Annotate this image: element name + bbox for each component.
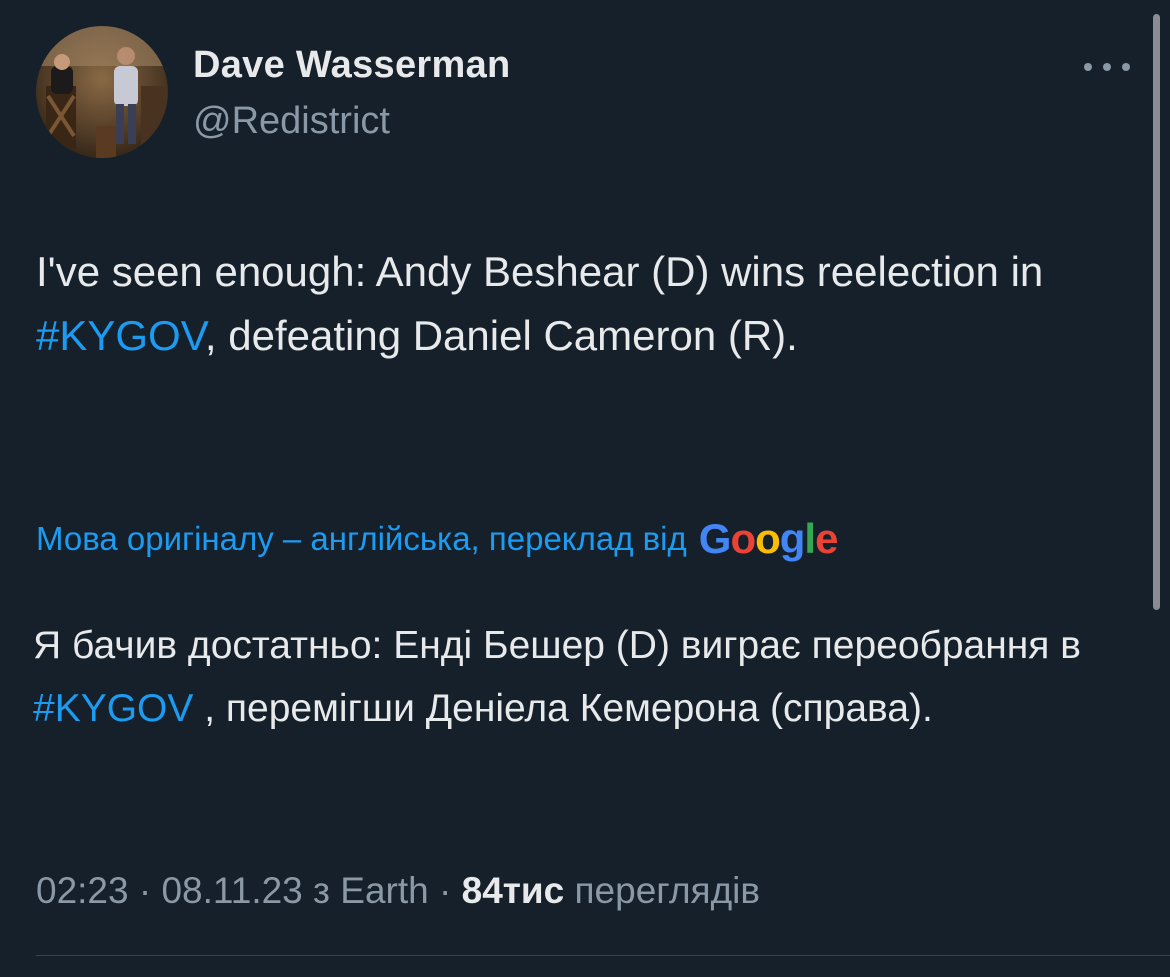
tweet-text: I've seen enough: Andy Beshear (D) wins …: [36, 240, 1116, 368]
hashtag-link[interactable]: #KYGOV: [33, 687, 193, 730]
meta-separator: ·: [128, 870, 162, 911]
avatar-image: [36, 26, 168, 158]
more-horizontal-icon: [1084, 63, 1092, 71]
divider: [36, 955, 1170, 956]
more-horizontal-icon: [1103, 63, 1111, 71]
more-horizontal-icon: [1122, 63, 1130, 71]
tweet-text-part: , defeating Daniel Cameron (R).: [204, 312, 798, 359]
author-display-name[interactable]: Dave Wasserman: [193, 44, 511, 87]
tweet-source: з Earth: [313, 870, 429, 911]
google-logo: Google: [698, 515, 839, 562]
translated-text-part: Я бачив достатньо: Енді Бешер (D) виграє…: [33, 624, 1081, 667]
views-count[interactable]: 84тис: [462, 870, 565, 911]
translation-notice-text[interactable]: Мова оригіналу – англійська, переклад ві…: [36, 520, 687, 558]
views-label: переглядів: [574, 870, 761, 911]
meta-separator: ·: [428, 870, 462, 911]
translated-text-part: , перемігши Деніела Кемерона (справа).: [193, 687, 933, 730]
tweet-time[interactable]: 02:23: [36, 870, 129, 911]
translation-notice[interactable]: Мова оригіналу – англійська, переклад ві…: [36, 515, 839, 562]
tweet-text-part: I've seen enough: Andy Beshear (D) wins …: [36, 248, 1044, 295]
translated-text: Я бачив достатньо: Енді Бешер (D) виграє…: [33, 614, 1113, 740]
tweet-date[interactable]: 08.11.23: [161, 870, 302, 911]
scrollbar[interactable]: [1153, 14, 1160, 610]
tweet-page: Dave Wasserman @Redistrict I've seen eno…: [0, 0, 1170, 977]
author-handle[interactable]: @Redistrict: [193, 100, 390, 143]
tweet-meta: 02:23 · 08.11.23 з Earth · 84тис перегля…: [36, 870, 760, 912]
more-options-button[interactable]: [1084, 52, 1130, 82]
avatar[interactable]: [36, 26, 168, 158]
hashtag-link[interactable]: #KYGOV: [36, 312, 205, 359]
